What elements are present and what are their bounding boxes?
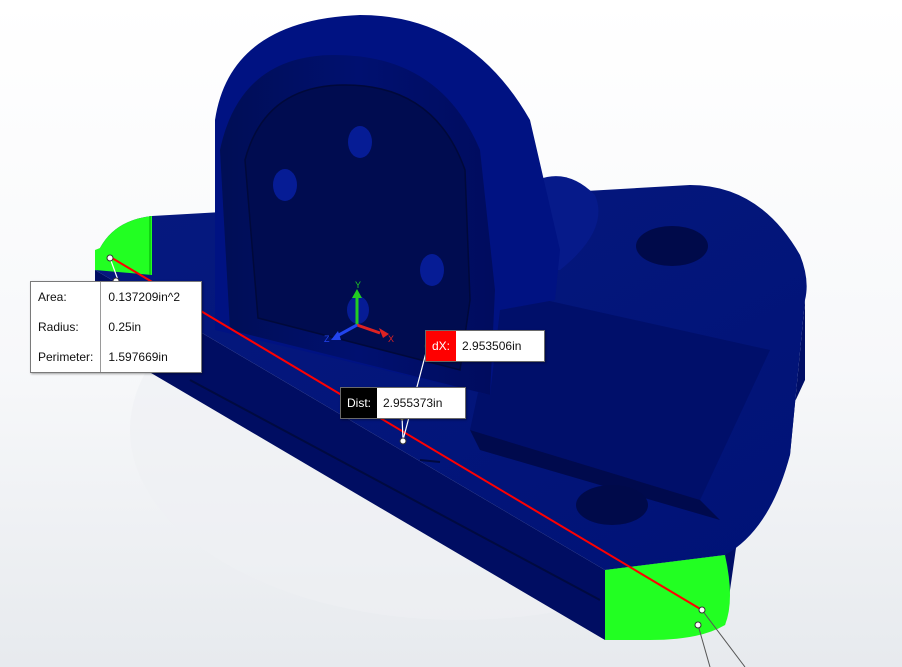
dist-label: Dist: <box>341 388 377 418</box>
radius-row: Radius: 0.25in <box>31 312 201 342</box>
triad-z-label: Z <box>324 334 330 344</box>
selected-face-right[interactable] <box>605 555 730 640</box>
face-hole <box>420 254 444 286</box>
perimeter-label: Perimeter: <box>31 342 102 372</box>
base-hole <box>576 485 648 525</box>
area-value: 0.137209in^2 <box>108 290 181 304</box>
measure-point[interactable] <box>698 606 706 614</box>
area-label: Area: <box>31 282 102 312</box>
dx-callout[interactable]: dX: 2.953506in <box>425 330 546 362</box>
triad-y-label: Y <box>355 280 361 290</box>
triad-x-label: X <box>388 334 394 344</box>
base-hole <box>636 226 708 266</box>
dist-value: 2.955373in <box>383 396 443 410</box>
perimeter-value: 1.597669in <box>108 350 168 364</box>
radius-label: Radius: <box>31 312 102 342</box>
face-properties-callout[interactable]: Area: 0.137209in^2 Radius: 0.25in Perime… <box>30 281 203 373</box>
measure-point[interactable] <box>399 437 407 445</box>
radius-value: 0.25in <box>108 320 142 334</box>
face-hole <box>348 126 372 158</box>
dx-label: dX: <box>426 331 457 361</box>
dist-callout[interactable]: Dist: 2.955373in <box>340 387 466 419</box>
perimeter-row: Perimeter: 1.597669in <box>31 342 201 372</box>
measure-point[interactable] <box>694 621 702 629</box>
measure-point[interactable] <box>106 254 114 262</box>
face-hole <box>273 169 297 201</box>
area-row: Area: 0.137209in^2 <box>31 282 201 312</box>
dx-value: 2.953506in <box>462 339 522 353</box>
